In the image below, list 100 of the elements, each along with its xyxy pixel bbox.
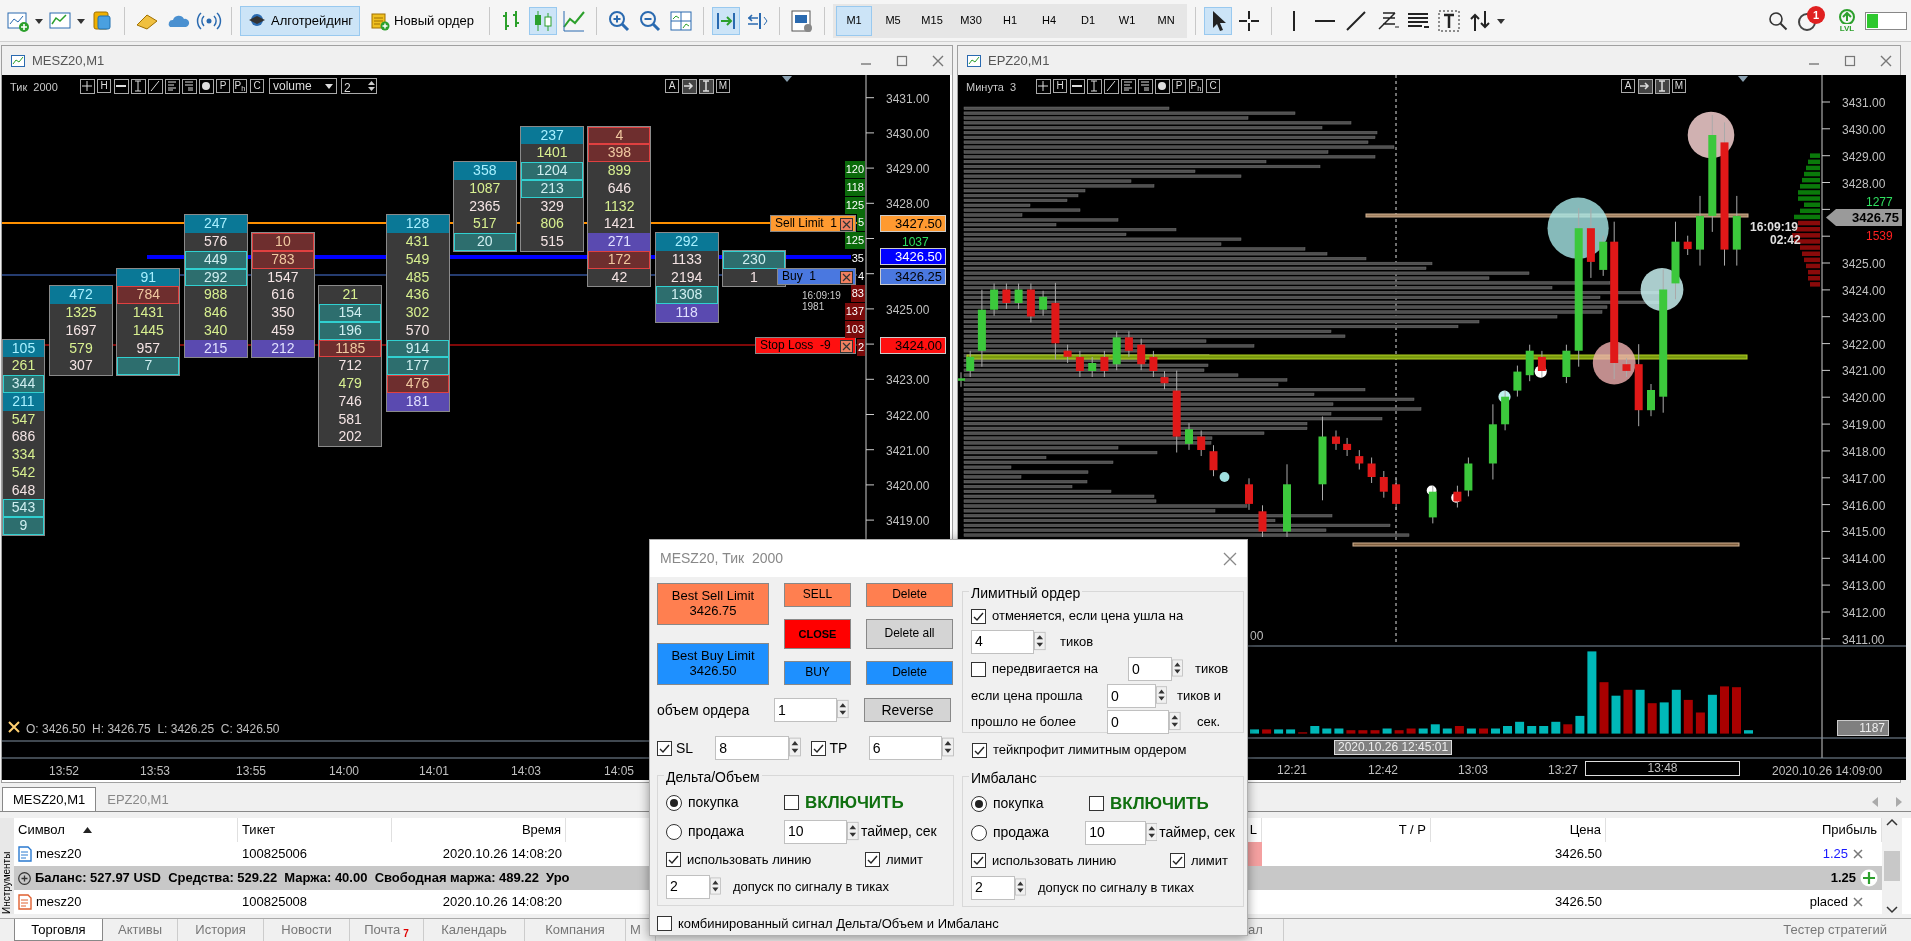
number-field[interactable]: 1 (774, 698, 838, 722)
best-sell-limit-button[interactable]: Best Sell Limit 3426.75 (657, 583, 769, 625)
order-label[interactable]: Stop Loss -9 (755, 337, 856, 354)
volume-cell: 1421 (588, 215, 651, 233)
volume-cell: 4 (588, 126, 651, 145)
panel-tab[interactable]: Тестер стратегий (1773, 919, 1911, 941)
new-order-button[interactable]: Новый ордер (363, 5, 482, 36)
time-axis-label: 14:05 (604, 763, 635, 780)
timeframe-button[interactable]: D1 (1070, 5, 1107, 36)
price-cell-text: 3426.50 (1555, 893, 1602, 912)
timer-text: 1981 (802, 301, 825, 312)
number-field[interactable]: 10 (1085, 820, 1146, 845)
chart-tool-button[interactable]: A (665, 79, 679, 93)
timeframe-button[interactable]: W1 (1109, 5, 1146, 36)
column-header[interactable]: Символ (14, 818, 238, 842)
time-axis-label: 14:01 (419, 763, 450, 780)
panel-side-label: Инструменты (0, 818, 14, 914)
chart-tool-button[interactable]: P$_{h}$ (233, 79, 247, 93)
number-field[interactable]: 0 (1107, 684, 1156, 708)
number-field[interactable]: 10 (784, 819, 848, 844)
order-button[interactable]: BUY (784, 661, 851, 685)
ticket-cell-text: 100825006 (242, 845, 308, 864)
timeframe-button[interactable]: M15 (914, 5, 951, 36)
time-axis-label: 13:48 (1585, 761, 1740, 776)
panel-tab[interactable]: Компания (525, 919, 626, 941)
chart-tool-button[interactable]: C (250, 79, 264, 93)
chart-tool-button[interactable]: M (1672, 79, 1686, 93)
chart-tool-button[interactable]: H (97, 79, 111, 93)
panel-tab[interactable]: Почта $_{7}$ (350, 919, 424, 941)
chart-tool-button[interactable]: M (716, 79, 730, 93)
order-button[interactable]: CLOSE (784, 619, 851, 649)
number-field[interactable]: 8 (715, 736, 789, 760)
price-axis-label: 3418.00 (1842, 443, 1886, 461)
volume-cell: 230 (723, 250, 785, 269)
order-button[interactable]: Delete (866, 583, 953, 607)
field-label: сек. (1197, 713, 1221, 732)
chart-tool-button[interactable]: P$_{h}$ (1189, 79, 1203, 93)
chart-tool-button[interactable]: P (1172, 79, 1186, 93)
panel-tab[interactable]: ал (1248, 919, 1284, 941)
chart-tool-button[interactable]: A (1621, 79, 1635, 93)
best-buy-limit-button[interactable]: Best Buy Limit 3426.50 (657, 643, 769, 685)
reverse-button[interactable]: Reverse (864, 698, 951, 722)
number-field[interactable]: 2 (971, 875, 1016, 900)
volume-cell: 517 (453, 215, 516, 233)
number-field[interactable]: 0 (1128, 657, 1173, 681)
timer-text: 16:09:19 (1750, 221, 1799, 234)
algo-trading-button[interactable]: Алготрейдинг (240, 5, 361, 36)
field-label: прошло не более (971, 713, 1077, 732)
timeframe-button[interactable]: M5 (875, 5, 912, 36)
panel-tab[interactable]: Торговля (14, 919, 103, 941)
number-field[interactable]: 0 (1107, 710, 1170, 734)
field-label: допуск по сигналу в тиках (733, 877, 889, 896)
timeframe-button[interactable]: M30 (953, 5, 990, 36)
order-label[interactable]: Sell Limit 1 (770, 215, 856, 232)
indicator-select[interactable]: volume (269, 78, 337, 94)
volume-cell: 398 (588, 144, 651, 162)
radio-label: продажа (993, 823, 1050, 842)
column-header[interactable]: Тикет (238, 818, 392, 842)
price-cell-text: 3426.50 (1555, 845, 1602, 864)
column-header[interactable]: Цена (1431, 818, 1606, 842)
indicator-period-field[interactable]: 2 (341, 78, 377, 94)
panel-tab[interactable]: Активы (103, 919, 178, 941)
chart-tab[interactable]: MESZ20,M1 (2, 787, 97, 811)
delta-value: 118 (845, 178, 865, 196)
chart-caption: Тик 2000 (10, 80, 58, 95)
price-axis-label: 3423.00 (886, 372, 930, 390)
checkbox-label: комбинированный сигнал Дельта/Объем и Имбаланс (678, 915, 999, 933)
order-button[interactable]: Delete (866, 661, 953, 685)
field-label: допуск по сигналу в тиках (1038, 878, 1194, 897)
column-header[interactable]: T / P (1262, 818, 1431, 842)
field-label: таймер, сек (1159, 823, 1235, 842)
number-field[interactable]: 4 (971, 629, 1035, 654)
delta-value: 120 (844, 161, 865, 178)
checkbox-label: отменяется, если цена ушла на (992, 607, 1184, 626)
volume-cell: 261 (3, 357, 44, 376)
volume-cell: 350 (251, 304, 314, 322)
time-axis-label: 13:27 (1548, 762, 1579, 779)
notification-button[interactable]: 1 (1795, 5, 1829, 36)
chart-tool-button[interactable]: P (216, 79, 230, 93)
delta-value: 2 (856, 338, 865, 356)
price-axis-label: 3429.00 (1842, 148, 1886, 166)
volume-cell: 237 (521, 126, 584, 145)
panel-tab[interactable]: Новости (264, 919, 350, 941)
number-field[interactable]: 2 (666, 874, 711, 899)
order-button[interactable]: Delete all (866, 619, 953, 649)
chart-tool-button[interactable]: H (1053, 79, 1067, 93)
number-field[interactable]: 6 (868, 736, 943, 760)
symbol-cell-text: mesz20 (36, 893, 82, 912)
timeframe-button[interactable]: MN (1148, 5, 1185, 36)
checkbox-label: лимит (886, 850, 923, 869)
timeframe-button[interactable]: H1 (992, 5, 1029, 36)
panel-tab[interactable]: М (626, 919, 656, 941)
panel-tab[interactable]: История (178, 919, 264, 941)
timeframe-button[interactable]: H4 (1031, 5, 1068, 36)
order-button[interactable]: SELL (784, 583, 851, 607)
panel-tab[interactable]: Календарь (424, 919, 525, 941)
column-header[interactable]: Время (392, 818, 566, 842)
chart-tool-button[interactable]: C (1206, 79, 1220, 93)
order-label[interactable]: Buy 1 (777, 268, 856, 285)
timeframe-button[interactable]: M1 (836, 5, 873, 36)
